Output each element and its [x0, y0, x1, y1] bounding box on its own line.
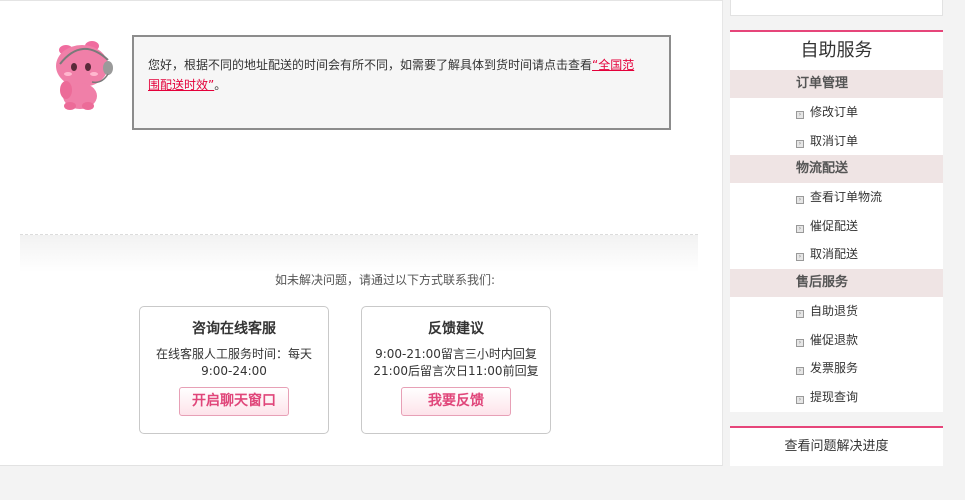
- sidebar-item-invoice[interactable]: › 发票服务: [730, 354, 943, 383]
- sidebar-item-modify-order[interactable]: › 修改订单: [730, 98, 943, 127]
- notice-suffix: 。: [214, 78, 227, 92]
- sidebar-item-label: 取消配送: [810, 247, 859, 262]
- online-service-card: 咨询在线客服 在线客服人工服务时间：每天 9:00-24:00 开启聊天窗口: [139, 306, 329, 434]
- open-chat-button[interactable]: 开启聊天窗口: [179, 387, 289, 416]
- card-desc-line: 在线客服人工服务时间：每天: [155, 347, 312, 361]
- sidebar-item-label: 催促配送: [810, 218, 859, 233]
- card-desc-line: 21:00后留言次日11:00前回复: [373, 364, 539, 378]
- bullet-icon: ›: [796, 196, 804, 205]
- sidebar-item-track-order[interactable]: › 查看订单物流: [730, 183, 943, 212]
- delivery-notice: 您好，根据不同的地址配送的时间会有所不同，如需要了解具体到货时间请点击查看“全国…: [132, 35, 671, 130]
- sidebar-item-label: 发票服务: [810, 361, 859, 376]
- bullet-icon: ›: [796, 367, 804, 376]
- card-desc-line: 9:00-21:00留言三小时内回复: [375, 347, 537, 361]
- bullet-icon: ›: [796, 338, 804, 347]
- customer-service-mascot-icon: [56, 41, 113, 110]
- card-description: 9:00-21:00留言三小时内回复 21:00后留言次日11:00前回复: [362, 346, 550, 380]
- sidebar-group-after-sales: 售后服务: [730, 268, 943, 297]
- sidebar-item-label: 催促退款: [810, 332, 859, 347]
- bullet-icon: ›: [796, 309, 804, 318]
- card-title: 咨询在线客服: [192, 321, 276, 337]
- section-divider: [20, 234, 698, 272]
- feedback-button[interactable]: 我要反馈: [401, 387, 511, 416]
- card-desc-line: 9:00-24:00: [201, 364, 267, 378]
- top-divider: [0, 0, 723, 1]
- feedback-card: 反馈建议 9:00-21:00留言三小时内回复 21:00后留言次日11:00前…: [361, 306, 551, 434]
- sidebar-item-urge-delivery[interactable]: › 催促配送: [730, 212, 943, 241]
- self-service-sidebar: 自助服务 订单管理 › 修改订单 › 取消订单 物流配送 › 查看订单物流 › 催促配送…: [730, 30, 943, 412]
- sidebar-item-label: 修改订单: [810, 105, 859, 119]
- sidebar-group-logistics: 物流配送: [730, 155, 943, 184]
- sidebar-item-self-return[interactable]: › 自助退货: [730, 297, 943, 326]
- bullet-icon: ›: [796, 253, 804, 262]
- check-progress-link[interactable]: 查看问题解决进度: [730, 426, 943, 466]
- card-description: 在线客服人工服务时间：每天 9:00-24:00: [140, 346, 328, 380]
- notice-text: 您好，根据不同的地址配送的时间会有所不同，如需要了解具体到货时间请点击查看: [148, 58, 593, 72]
- bullet-icon: ›: [796, 139, 804, 148]
- bullet-icon: ›: [796, 224, 804, 233]
- sidebar-item-urge-refund[interactable]: › 催促退款: [730, 326, 943, 355]
- sidebar-title: 自助服务: [800, 40, 873, 61]
- sidebar-item-withdrawal[interactable]: › 提现查询: [730, 383, 943, 412]
- card-title: 反馈建议: [428, 321, 484, 337]
- sidebar-group-order: 订单管理: [730, 70, 943, 98]
- bullet-icon: ›: [796, 395, 804, 404]
- contact-hint: 如未解决问题，请通过以下方式联系我们:: [274, 273, 496, 287]
- sidebar-top-box: [730, 0, 943, 16]
- sidebar-item-label: 提现查询: [810, 389, 859, 404]
- sidebar-item-cancel-order[interactable]: › 取消订单: [730, 127, 943, 156]
- sidebar-item-label: 查看订单物流: [810, 190, 883, 205]
- sidebar-item-label: 自助退货: [810, 303, 859, 318]
- sidebar-item-cancel-delivery[interactable]: › 取消配送: [730, 240, 943, 269]
- bullet-icon: ›: [796, 111, 804, 119]
- sidebar-item-label: 取消订单: [810, 133, 859, 148]
